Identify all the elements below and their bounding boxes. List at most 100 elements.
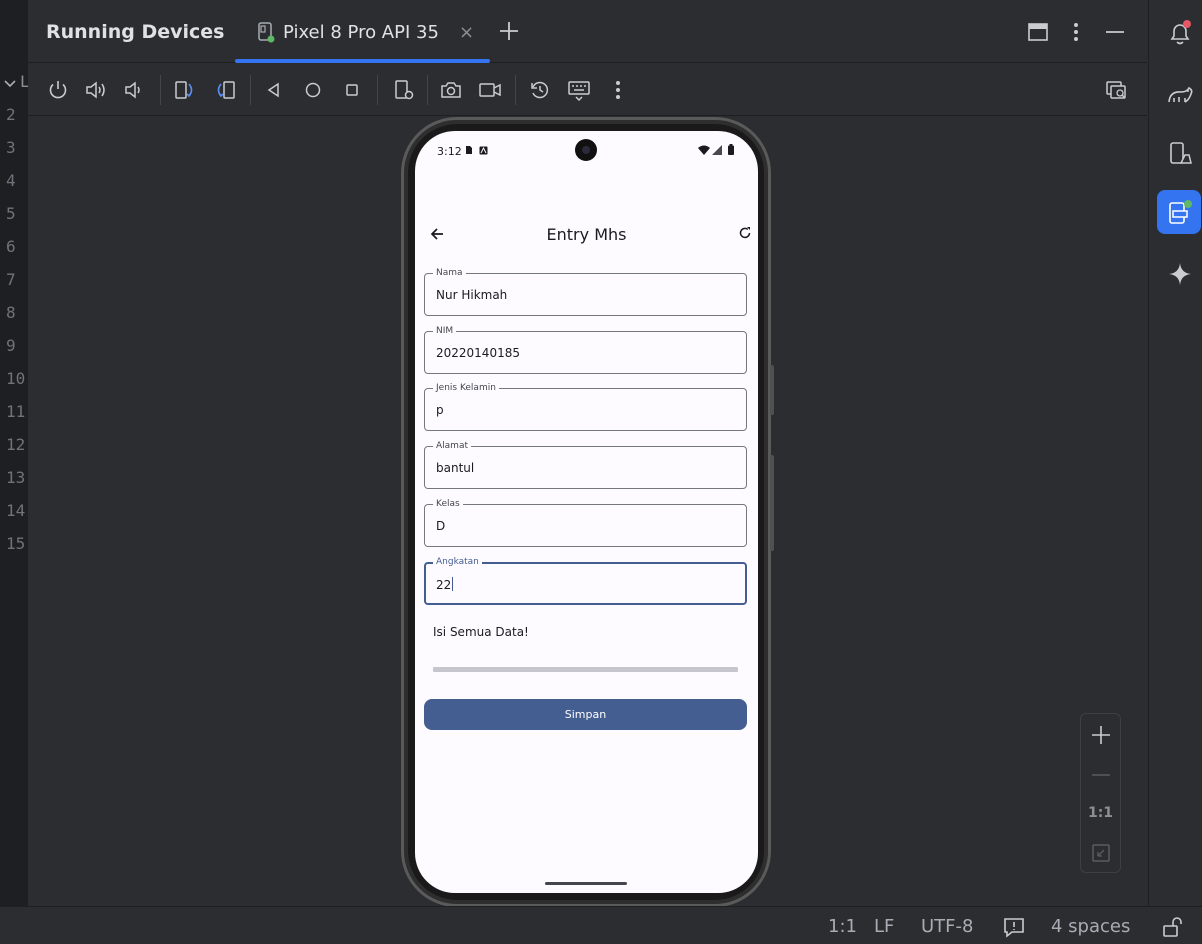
wifi-icon	[698, 145, 710, 155]
overview-icon[interactable]	[340, 78, 364, 102]
line-number: 12	[6, 435, 26, 454]
kelas-field[interactable]: Kelas D	[424, 498, 747, 547]
device-toolbar	[28, 64, 1147, 116]
field-value: p	[436, 403, 444, 417]
field-value: D	[436, 519, 446, 533]
phone-screen[interactable]: 3:12 Entry Mhs Nama Nur Hikmah NIM 20220…	[415, 131, 758, 893]
zoom-in-icon[interactable]	[1090, 724, 1112, 746]
snapshot-icon[interactable]	[528, 78, 552, 102]
power-icon[interactable]	[46, 78, 70, 102]
more-icon[interactable]	[606, 78, 630, 102]
line-number: 2	[6, 105, 16, 124]
ai-assistant-icon[interactable]	[1002, 915, 1026, 939]
running-devices-icon	[1169, 200, 1192, 224]
home-icon[interactable]	[301, 78, 325, 102]
nim-field[interactable]: NIM 20220140185	[424, 325, 747, 374]
line-number: 7	[6, 270, 16, 289]
close-tab-icon[interactable]: ×	[459, 22, 474, 43]
options-icon[interactable]	[1066, 20, 1086, 44]
line-number: 15	[6, 534, 26, 553]
device-mirror-icon[interactable]	[1105, 78, 1129, 102]
signal-icon	[712, 145, 722, 155]
jenis-kelamin-field[interactable]: Jenis Kelamin p	[424, 382, 747, 431]
gradle-button[interactable]	[1157, 72, 1201, 116]
gradle-icon	[1168, 86, 1193, 103]
status-bar-bottom: 1:1 LF UTF-8 4 spaces	[0, 906, 1202, 944]
tab-label: Pixel 8 Pro API 35	[283, 22, 439, 43]
screen-record-icon[interactable]	[478, 78, 502, 102]
phone-side-button[interactable]	[770, 365, 774, 415]
field-value: Nur Hikmah	[436, 288, 508, 302]
line-number: 9	[6, 336, 16, 355]
device-manager-icon	[1170, 142, 1192, 164]
editor-gutter: L 2 3 4 5 6 7 8 9 10 11 12 13 14 15	[0, 0, 30, 906]
line-number: 3	[6, 138, 16, 157]
add-device-icon[interactable]	[498, 20, 520, 42]
phone-volume-button[interactable]	[770, 455, 774, 551]
tool-window-header: Running Devices Pixel 8 Pro API 35 ×	[28, 0, 1147, 63]
field-label: Kelas	[433, 498, 463, 510]
zoom-fit-icon[interactable]	[1090, 842, 1112, 864]
volume-down-icon[interactable]	[122, 78, 146, 102]
bell-icon	[1170, 20, 1191, 45]
tool-window-title: Running Devices	[46, 21, 225, 43]
simpan-button[interactable]: Simpan	[424, 699, 747, 730]
gesture-nav-bar[interactable]	[545, 882, 627, 885]
running-devices-button[interactable]	[1157, 190, 1201, 234]
field-label: Alamat	[433, 440, 471, 452]
device-manager-button[interactable]	[1157, 131, 1201, 175]
gemini-button[interactable]	[1157, 251, 1201, 295]
unlock-icon[interactable]	[1161, 915, 1185, 939]
angkatan-field[interactable]: Angkatan 22	[424, 556, 747, 605]
text-caret	[452, 577, 454, 591]
sparkle-icon	[1169, 263, 1191, 285]
front-camera	[575, 139, 597, 161]
volume-up-icon[interactable]	[84, 78, 108, 102]
field-label: NIM	[433, 325, 457, 337]
running-devices-window: Running Devices Pixel 8 Pro API 35 × 3:1…	[28, 0, 1147, 907]
screenshot-icon[interactable]	[439, 78, 463, 102]
progress-bar	[433, 667, 738, 672]
toolbar-separator	[515, 75, 516, 105]
minimize-icon[interactable]	[1104, 20, 1126, 44]
line-number: 14	[6, 501, 26, 520]
zoom-panel: 1:1	[1080, 713, 1121, 873]
device-settings-icon[interactable]	[392, 78, 416, 102]
rotate-right-icon[interactable]	[213, 78, 237, 102]
right-tool-strip	[1148, 0, 1202, 906]
indent-setting[interactable]: 4 spaces	[1051, 916, 1130, 937]
line-number: 5	[6, 204, 16, 223]
rotate-left-icon[interactable]	[173, 78, 197, 102]
toolbar-separator	[250, 75, 251, 105]
field-value: 22	[436, 577, 454, 592]
line-number: 6	[6, 237, 16, 256]
device-viewport: 3:12 Entry Mhs Nama Nur Hikmah NIM 20220…	[28, 117, 1147, 907]
screen-title: Entry Mhs	[546, 225, 627, 244]
line-number: 4	[6, 171, 16, 190]
zoom-actual-size-button[interactable]: 1:1	[1081, 805, 1120, 821]
file-encoding[interactable]: UTF-8	[921, 916, 973, 937]
line-number: 13	[6, 468, 26, 487]
refresh-icon[interactable]	[738, 226, 752, 240]
sim-icon	[466, 146, 472, 154]
notification-badge	[1183, 20, 1191, 28]
line-number: 11	[6, 402, 26, 421]
nama-field[interactable]: Nama Nur Hikmah	[424, 267, 747, 316]
notifications-button[interactable]	[1157, 10, 1201, 54]
alamat-field[interactable]: Alamat bantul	[424, 440, 747, 489]
back-icon[interactable]	[262, 78, 286, 102]
field-label: Jenis Kelamin	[433, 382, 499, 394]
device-icon	[258, 22, 275, 43]
line-numbers: L 2 3 4 5 6 7 8 9 10 11 12 13 14 15	[0, 65, 30, 560]
line-separator[interactable]: LF	[874, 916, 894, 937]
keyboard-icon[interactable]	[567, 78, 591, 102]
field-label: Angkatan	[433, 556, 482, 568]
tab-pixel-8-pro[interactable]: Pixel 8 Pro API 35 ×	[235, 0, 490, 63]
window-layout-icon[interactable]	[1028, 20, 1048, 44]
caret-position[interactable]: 1:1	[828, 916, 857, 937]
zoom-out-icon[interactable]	[1090, 764, 1112, 786]
line-number: 10	[6, 369, 26, 388]
field-label: Nama	[433, 267, 466, 279]
line-number: L	[20, 72, 30, 91]
running-indicator	[267, 35, 275, 43]
